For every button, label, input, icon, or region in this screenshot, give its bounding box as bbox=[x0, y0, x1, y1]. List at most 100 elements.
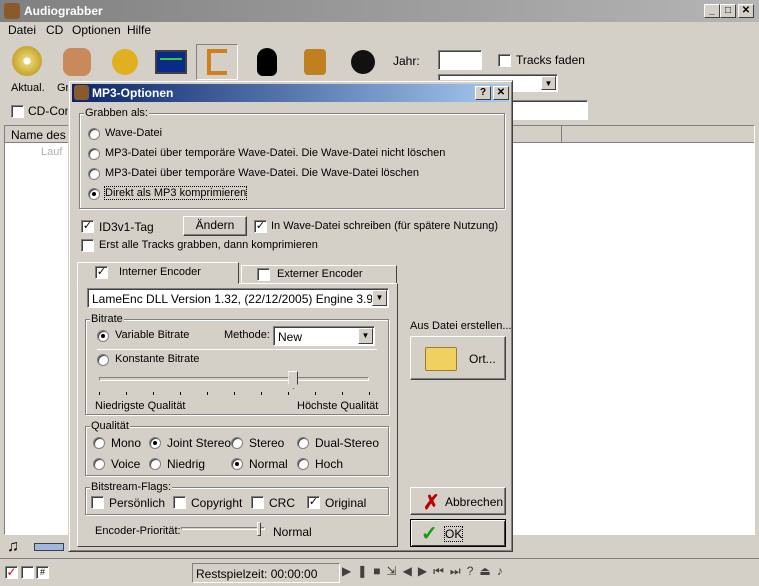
cd-comment-input[interactable] bbox=[510, 100, 588, 120]
stop-icon[interactable]: ■ bbox=[373, 564, 386, 578]
slider-tick bbox=[288, 392, 289, 395]
gramophone-icon bbox=[304, 49, 326, 75]
tab-external-label: Externer Encoder bbox=[277, 268, 363, 280]
flag-persoenlich-checkbox[interactable] bbox=[91, 496, 104, 509]
wave-write-checkbox[interactable]: ✓ bbox=[254, 220, 267, 233]
skip-icon[interactable]: ⇲ bbox=[387, 564, 403, 578]
variable-bitrate-radio[interactable] bbox=[97, 330, 109, 342]
tab-external[interactable]: Externer Encoder bbox=[241, 265, 397, 284]
next-track-icon[interactable]: ⏭ bbox=[450, 564, 467, 578]
monitor-tool-button[interactable] bbox=[150, 44, 192, 80]
grab-option-mp3-delete-radio[interactable] bbox=[88, 168, 100, 180]
tab-internal-checkbox[interactable]: ✓ bbox=[95, 266, 108, 279]
encoder-priority-slider[interactable] bbox=[181, 522, 265, 538]
ort-button[interactable]: Ort... bbox=[410, 336, 506, 380]
encoder-version-value: LameEnc DLL Version 1.32, (22/12/2005) E… bbox=[92, 292, 380, 306]
aus-datei-label: Aus Datei erstellen... bbox=[410, 320, 512, 332]
mode-joint-stereo-radio[interactable] bbox=[149, 437, 161, 449]
quality-slider-thumb[interactable] bbox=[288, 371, 299, 389]
cd-comment-checkbox[interactable] bbox=[11, 105, 24, 118]
level-normal-label: Normal bbox=[249, 457, 288, 471]
pause-icon[interactable]: ❚ bbox=[357, 564, 373, 578]
status-grid-icon[interactable]: # bbox=[36, 566, 49, 579]
penguin-icon bbox=[257, 48, 277, 76]
clamp-tool-button[interactable] bbox=[196, 44, 238, 80]
priority-slider-thumb[interactable] bbox=[257, 522, 261, 536]
methode-select[interactable]: New ▼ bbox=[273, 326, 375, 346]
mode-mono-radio[interactable] bbox=[93, 437, 105, 449]
menu-optionen[interactable]: Optionen bbox=[72, 23, 121, 37]
play-icon[interactable]: ▶ bbox=[342, 564, 357, 578]
slider-tick bbox=[207, 392, 208, 395]
random-icon[interactable]: ? bbox=[467, 564, 480, 578]
app-title: Audiograbber bbox=[24, 4, 103, 18]
grab-option-direct-radio[interactable] bbox=[88, 188, 100, 200]
level-hoch-radio[interactable] bbox=[297, 458, 309, 470]
monitor-icon bbox=[155, 50, 187, 74]
clamp-icon bbox=[207, 49, 227, 75]
grab-option-wave-radio[interactable] bbox=[88, 128, 100, 140]
flag-copyright-checkbox[interactable] bbox=[173, 496, 186, 509]
level-hoch-label: Hoch bbox=[315, 457, 344, 471]
ok-button[interactable]: ✓ OK bbox=[410, 519, 506, 547]
encoder-version-select[interactable]: LameEnc DLL Version 1.32, (22/12/2005) E… bbox=[87, 288, 389, 308]
wave-write-label: In Wave-Datei schreiben (für spätere Nut… bbox=[271, 220, 499, 232]
maximize-button[interactable]: □ bbox=[720, 4, 736, 18]
id3-checkbox[interactable]: ✓ bbox=[81, 220, 94, 233]
help-button[interactable]: ? bbox=[475, 86, 491, 100]
gramophone-tool-button[interactable] bbox=[294, 44, 336, 80]
level-niedrig-radio[interactable] bbox=[149, 458, 161, 470]
flag-copyright-label: Copyright bbox=[191, 496, 243, 510]
slider-tick bbox=[99, 392, 100, 395]
speaker-icon[interactable]: ♪ bbox=[497, 564, 509, 578]
abbrechen-button[interactable]: ✗ Abbrechen bbox=[410, 487, 506, 515]
mode-stereo-label: Stereo bbox=[249, 436, 285, 450]
grab-option-mp3-delete-label: MP3-Datei über temporäre Wave-Datei. Die… bbox=[105, 167, 420, 179]
menu-datei[interactable]: Datei bbox=[8, 23, 36, 37]
penguin-tool-button[interactable] bbox=[246, 44, 288, 80]
status-check-icon[interactable]: ✓ bbox=[5, 566, 18, 579]
level-normal-radio[interactable] bbox=[231, 458, 243, 470]
mode-dual-stereo-radio[interactable] bbox=[297, 437, 309, 449]
mode-stereo-radio[interactable] bbox=[231, 437, 243, 449]
flag-crc-checkbox[interactable] bbox=[251, 496, 264, 509]
grab-option-mp3-keep-radio[interactable] bbox=[88, 148, 100, 160]
menu-hilfe[interactable]: Hilfe bbox=[127, 23, 151, 37]
grab-option-wave-label: Wave-Datei bbox=[105, 127, 163, 139]
all-first-checkbox[interactable] bbox=[81, 239, 94, 252]
close-button[interactable]: ✕ bbox=[738, 4, 754, 18]
id3-label: ID3v1-Tag bbox=[99, 220, 154, 234]
aendern-button[interactable]: Ändern bbox=[183, 216, 247, 236]
eject-icon[interactable]: ⏏ bbox=[479, 564, 496, 578]
cd-icon bbox=[12, 46, 42, 76]
settings-tool-button[interactable] bbox=[104, 44, 146, 80]
status-square-icon[interactable] bbox=[21, 566, 34, 579]
aktual-button[interactable] bbox=[6, 44, 48, 80]
tracks-faden-checkbox[interactable] bbox=[498, 54, 511, 67]
chevron-down-icon: ▼ bbox=[372, 290, 387, 306]
volume-slider[interactable] bbox=[34, 543, 64, 551]
prev-track-icon[interactable]: ⏮ bbox=[433, 564, 450, 578]
menu-cd[interactable]: CD bbox=[46, 23, 63, 37]
main-title-bar: Audiograbber _ □ ✕ bbox=[0, 0, 759, 22]
level-niedrig-label: Niedrig bbox=[167, 457, 206, 471]
tab-internal[interactable]: ✓ Interner Encoder bbox=[77, 262, 239, 284]
quality-slider[interactable] bbox=[95, 371, 373, 397]
flag-original-checkbox[interactable]: ✓ bbox=[307, 496, 320, 509]
level-voice-label: Voice bbox=[111, 457, 141, 471]
ort-label: Ort... bbox=[469, 352, 496, 366]
forward-icon[interactable]: ▶ bbox=[418, 564, 433, 578]
all-first-label: Erst alle Tracks grabben, dann komprimie… bbox=[99, 239, 318, 251]
constant-bitrate-radio[interactable] bbox=[97, 354, 109, 366]
splat-tool-button[interactable] bbox=[342, 44, 384, 80]
dialog-close-button[interactable]: ✕ bbox=[493, 86, 509, 100]
grab-button[interactable] bbox=[56, 44, 98, 80]
gear-icon bbox=[112, 49, 138, 75]
flag-persoenlich-label: Persönlich bbox=[109, 496, 166, 510]
rewind-icon[interactable]: ◀ bbox=[403, 564, 418, 578]
tab-external-checkbox[interactable] bbox=[257, 268, 270, 281]
mp3-options-dialog: MP3-Optionen ? ✕ Grabben als: Wave-Datei… bbox=[68, 80, 513, 552]
level-voice-radio[interactable] bbox=[93, 458, 105, 470]
minimize-button[interactable]: _ bbox=[704, 4, 720, 18]
jahr-input[interactable] bbox=[438, 50, 482, 70]
